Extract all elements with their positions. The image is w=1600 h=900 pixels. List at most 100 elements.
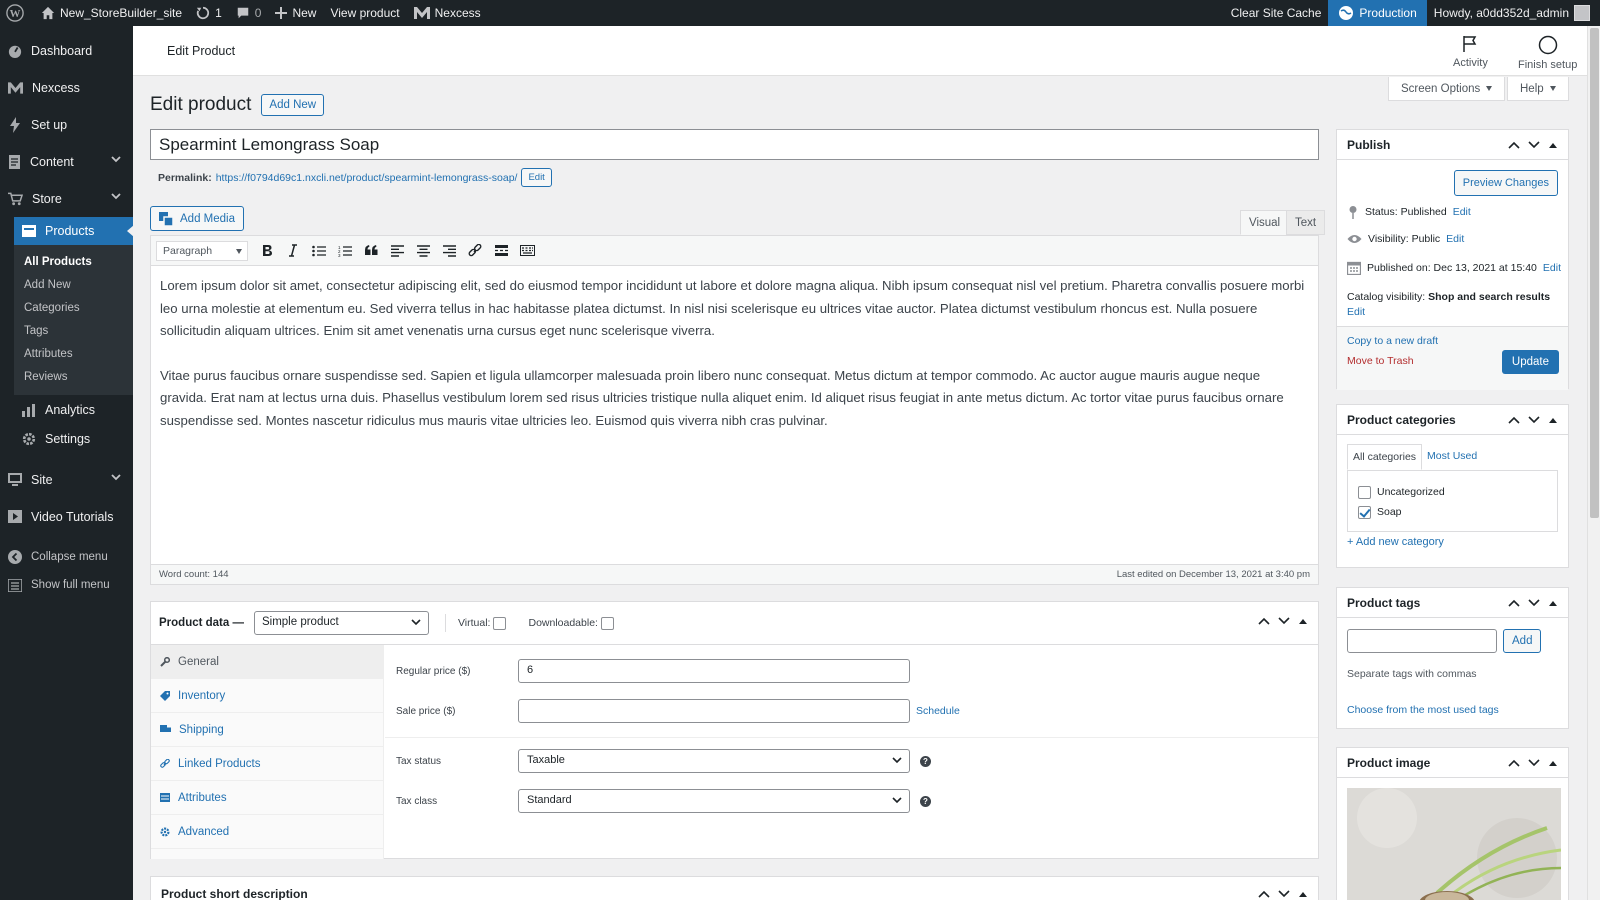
view-product-link[interactable]: View product [323, 0, 406, 26]
move-up-icon[interactable] [1508, 759, 1520, 767]
move-down-icon[interactable] [1528, 599, 1540, 607]
move-up-icon[interactable] [1258, 890, 1270, 898]
help-button[interactable]: Help [1507, 77, 1569, 101]
catalog-edit-link[interactable]: Edit [1347, 306, 1365, 318]
format-select[interactable]: Paragraph [156, 240, 248, 261]
downloadable-checkbox[interactable] [600, 616, 614, 630]
tab-attributes[interactable]: Attributes [151, 781, 383, 815]
permalink-edit-button[interactable]: Edit [521, 168, 552, 187]
tab-general[interactable]: General [151, 645, 383, 679]
screen-options-button[interactable]: Screen Options [1388, 77, 1506, 101]
read-more-button[interactable] [488, 239, 514, 263]
published-on-edit-link[interactable]: Edit [1543, 262, 1561, 274]
copy-draft-link[interactable]: Copy to a new draft [1347, 335, 1438, 347]
editor-content[interactable]: Lorem ipsum dolor sit amet, consectetur … [151, 266, 1318, 463]
add-new-button[interactable]: Add New [261, 94, 325, 116]
bullet-list-button[interactable] [306, 239, 332, 263]
move-up-icon[interactable] [1508, 141, 1520, 149]
tax-class-select[interactable]: Standard [518, 789, 910, 813]
virtual-checkbox[interactable] [493, 616, 507, 630]
insert-link-button[interactable] [462, 239, 488, 263]
finish-setup-button[interactable]: Finish setup [1518, 35, 1577, 71]
activity-button[interactable]: Activity [1453, 35, 1488, 69]
menu-site[interactable]: Site [0, 461, 133, 498]
move-down-icon[interactable] [1528, 141, 1540, 149]
add-media-button[interactable]: Add Media [150, 206, 244, 231]
submenu-attributes[interactable]: Attributes [14, 343, 133, 366]
tab-most-used[interactable]: Most Used [1422, 444, 1482, 470]
tab-visual[interactable]: Visual [1240, 210, 1290, 235]
tax-status-select[interactable]: Taxable [518, 749, 910, 773]
align-center-button[interactable] [410, 239, 436, 263]
collapse-box-icon[interactable] [1298, 891, 1308, 897]
align-right-button[interactable] [436, 239, 462, 263]
menu-analytics[interactable]: Analytics [0, 395, 133, 425]
move-down-icon[interactable] [1528, 759, 1540, 767]
collapse-menu-button[interactable]: Collapse menu [0, 543, 133, 571]
toolbar-toggle-button[interactable] [514, 239, 540, 263]
product-image[interactable] [1347, 788, 1561, 900]
update-button[interactable]: Update [1501, 350, 1559, 374]
tab-shipping[interactable]: Shipping [151, 713, 383, 747]
numbered-list-button[interactable]: 123 [332, 239, 358, 263]
menu-video-tutorials[interactable]: Video Tutorials [0, 498, 133, 535]
soap-checkbox[interactable] [1358, 505, 1371, 519]
page-scrollbar[interactable] [1587, 26, 1600, 900]
updates-link[interactable]: 1 [189, 0, 229, 26]
move-down-icon[interactable] [1528, 416, 1540, 424]
menu-nexcess[interactable]: Nexcess [0, 69, 133, 106]
uncategorized-checkbox[interactable] [1358, 485, 1371, 499]
clear-cache-button[interactable]: Clear Site Cache [1224, 0, 1329, 26]
move-up-icon[interactable] [1258, 617, 1270, 625]
visibility-edit-link[interactable]: Edit [1446, 233, 1464, 245]
submenu-reviews[interactable]: Reviews [14, 366, 133, 389]
sale-price-input[interactable] [518, 699, 910, 723]
tab-linked-products[interactable]: Linked Products [151, 747, 383, 781]
collapse-box-icon[interactable] [1298, 618, 1308, 624]
submenu-all-products[interactable]: All Products [14, 251, 133, 274]
environment-badge[interactable]: Production [1328, 0, 1427, 26]
help-icon[interactable]: ? [920, 795, 931, 807]
collapse-box-icon[interactable] [1548, 142, 1558, 148]
menu-store[interactable]: Store [0, 180, 133, 217]
product-type-select[interactable]: Simple product [253, 611, 429, 635]
submenu-add-new[interactable]: Add New [14, 274, 133, 297]
tag-input[interactable] [1347, 629, 1497, 653]
menu-products[interactable]: Products [14, 217, 134, 245]
wordpress-logo-icon[interactable]: W [0, 0, 31, 26]
nexcess-link[interactable]: Nexcess [407, 0, 488, 26]
add-tag-button[interactable]: Add [1503, 629, 1542, 653]
add-new-category-link[interactable]: + Add new category [1347, 536, 1444, 548]
collapse-box-icon[interactable] [1548, 600, 1558, 606]
submenu-tags[interactable]: Tags [14, 320, 133, 343]
show-full-menu-button[interactable]: Show full menu [0, 571, 133, 599]
tab-all-categories[interactable]: All categories [1347, 444, 1423, 470]
choose-tags-link[interactable]: Choose from the most used tags [1347, 704, 1499, 716]
schedule-link[interactable]: Schedule [916, 705, 960, 717]
submenu-categories[interactable]: Categories [14, 297, 133, 320]
comments-link[interactable]: 0 [229, 0, 269, 26]
new-content-link[interactable]: New [268, 0, 323, 26]
move-up-icon[interactable] [1508, 416, 1520, 424]
collapse-box-icon[interactable] [1548, 760, 1558, 766]
status-edit-link[interactable]: Edit [1453, 206, 1471, 218]
help-icon[interactable]: ? [920, 755, 931, 767]
move-up-icon[interactable] [1508, 599, 1520, 607]
preview-changes-button[interactable]: Preview Changes [1453, 170, 1558, 196]
move-down-icon[interactable] [1278, 617, 1290, 625]
move-to-trash-link[interactable]: Move to Trash [1347, 355, 1414, 367]
scrollbar-thumb[interactable] [1590, 28, 1599, 518]
permalink-link[interactable]: https://f0794d69c1.nxcli.net/product/spe… [216, 172, 518, 184]
menu-setup[interactable]: Set up [0, 106, 133, 143]
move-down-icon[interactable] [1278, 890, 1290, 898]
account-menu[interactable]: Howdy, a0dd352d_admin [1427, 0, 1600, 26]
tab-inventory[interactable]: Inventory [151, 679, 383, 713]
bold-button[interactable] [254, 239, 280, 263]
menu-settings[interactable]: Settings [0, 425, 133, 453]
italic-button[interactable] [280, 239, 306, 263]
blockquote-button[interactable] [358, 239, 384, 263]
align-left-button[interactable] [384, 239, 410, 263]
menu-dashboard[interactable]: Dashboard [0, 32, 133, 69]
regular-price-input[interactable]: 6 [518, 659, 910, 683]
site-name-link[interactable]: New_StoreBuilder_site [31, 0, 189, 26]
